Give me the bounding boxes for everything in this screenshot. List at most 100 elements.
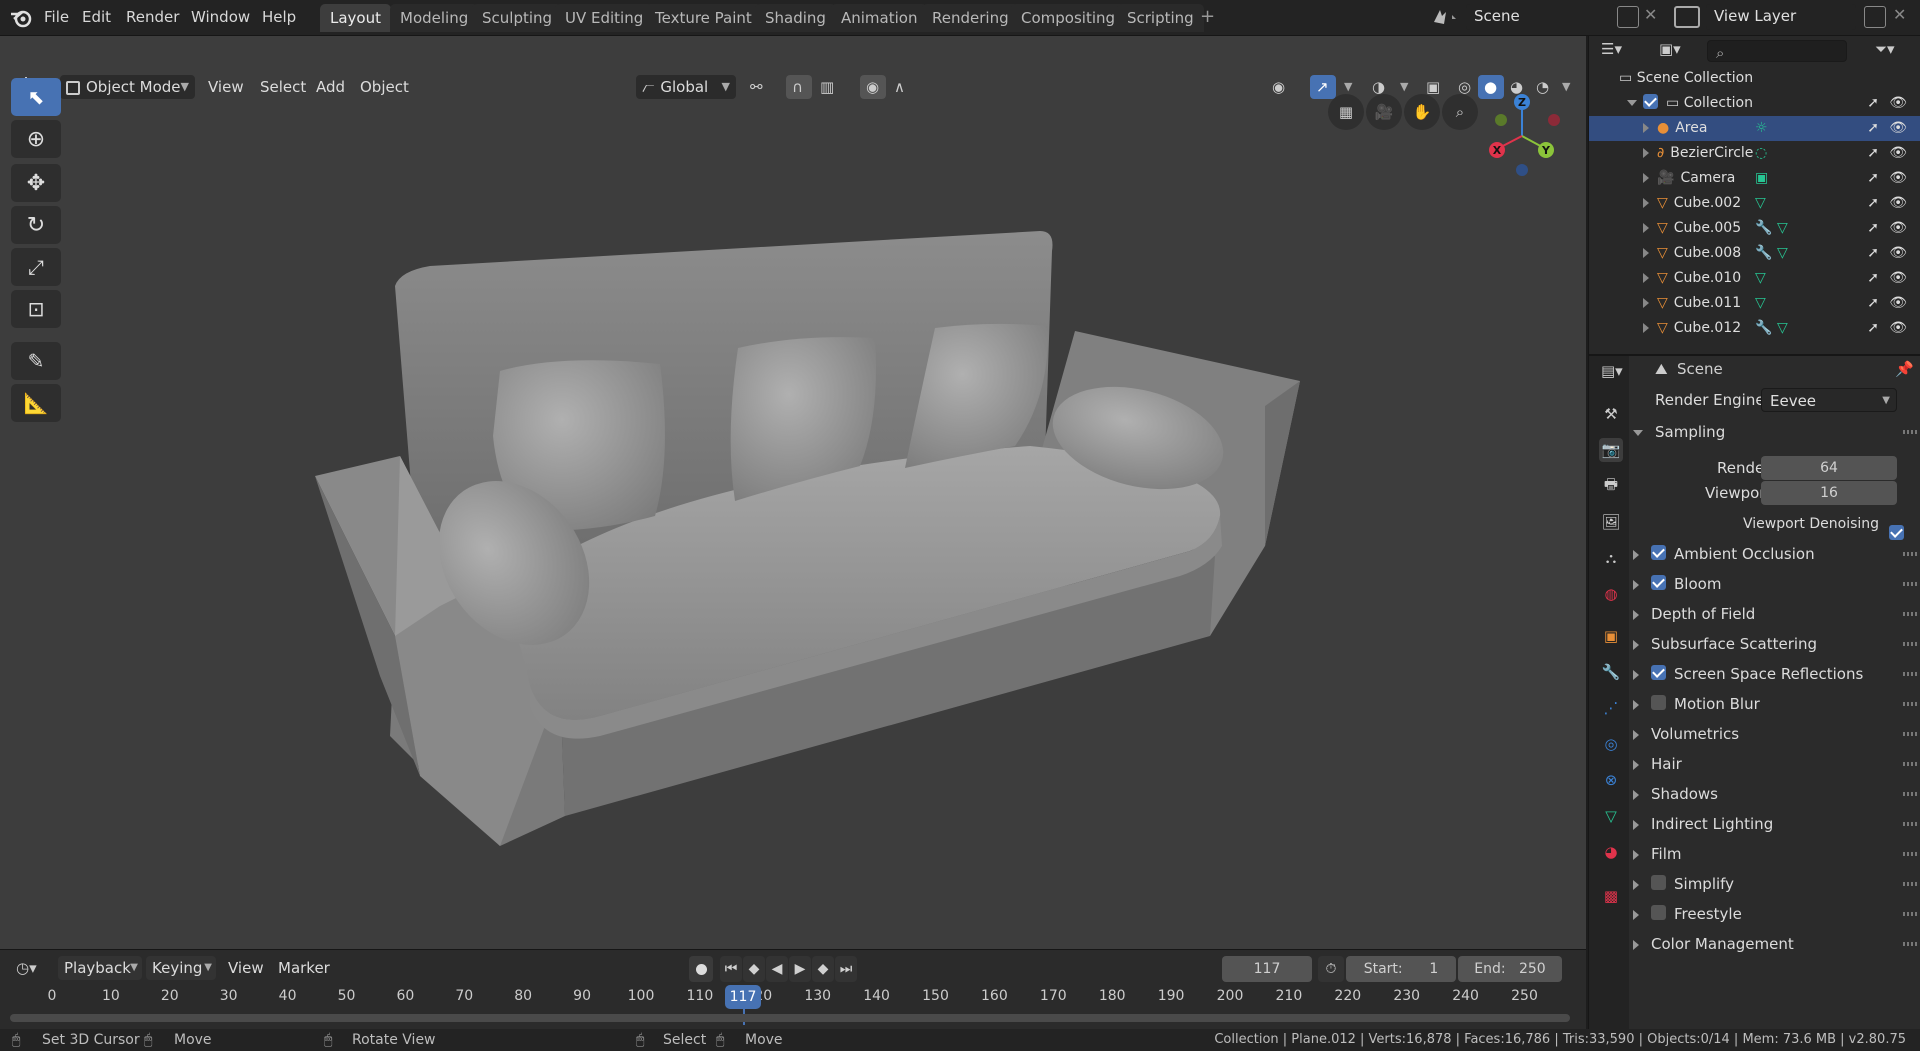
collection-checkbox[interactable] <box>1643 93 1658 109</box>
blender-logo-icon[interactable] <box>10 8 32 32</box>
view-layer-icon[interactable] <box>1674 6 1700 28</box>
panel-header[interactable]: Screen Space Reflections <box>1633 660 1920 688</box>
drag-handle-icon[interactable] <box>1903 552 1917 556</box>
frame-ruler[interactable]: 0102030405060708090100110120130140150160… <box>0 988 1586 1008</box>
drag-handle-icon[interactable] <box>1903 912 1917 916</box>
expand-icon[interactable] <box>1643 173 1649 183</box>
menu-keying[interactable]: Keying ▼ <box>146 956 216 980</box>
render-tab[interactable]: 📷 <box>1599 438 1623 462</box>
expand-icon[interactable] <box>1643 123 1649 133</box>
scene-icon[interactable] <box>1430 6 1460 32</box>
view-layer-field[interactable]: View Layer <box>1706 4 1856 30</box>
play-reverse-button[interactable]: ◀ <box>766 956 788 982</box>
viewport-samples-field[interactable]: 16 <box>1761 481 1897 505</box>
panel-checkbox[interactable] <box>1651 905 1666 920</box>
expand-icon[interactable] <box>1643 223 1649 233</box>
next-keyframe-button[interactable]: ◆ <box>812 956 834 982</box>
expand-icon[interactable] <box>1627 100 1637 106</box>
selectable-icon[interactable]: ➚ <box>1867 291 1879 316</box>
menu-marker[interactable]: Marker <box>272 956 336 980</box>
expand-icon[interactable] <box>1643 298 1649 308</box>
new-scene-icon[interactable] <box>1617 6 1639 28</box>
playhead[interactable]: 117 <box>725 985 761 1009</box>
menu-playback[interactable]: Playback ▼ <box>58 956 142 980</box>
eye-icon[interactable]: 👁 <box>1889 166 1907 191</box>
modifier-tab[interactable]: 🔧 <box>1599 660 1623 684</box>
tab-uv-editing[interactable]: UV Editing <box>555 4 654 32</box>
panel-checkbox[interactable] <box>1651 665 1666 680</box>
selectable-icon[interactable]: ➚ <box>1867 266 1879 291</box>
menu-view-timeline[interactable]: View <box>222 956 270 980</box>
tool-tab[interactable]: ⚒ <box>1599 402 1623 426</box>
display-mode-icon[interactable]: ▣▾ <box>1659 40 1681 58</box>
outliner-item[interactable]: ▽ Cube.005 🔧 ▽ ➚ 👁 <box>1589 216 1920 241</box>
panel-header[interactable]: Color Management <box>1633 930 1920 958</box>
panel-header[interactable]: Depth of Field <box>1633 600 1920 628</box>
selectable-icon[interactable]: ➚ <box>1867 241 1879 266</box>
menu-help[interactable]: Help <box>262 6 296 28</box>
outliner-item[interactable]: ● Area ☼ ➚ 👁 <box>1589 116 1920 141</box>
selectable-icon[interactable]: ➚ <box>1867 116 1879 141</box>
sofa-model[interactable] <box>0 36 1586 949</box>
object-tab[interactable]: ▣ <box>1599 624 1623 648</box>
play-button[interactable]: ▶ <box>789 956 811 982</box>
new-view-layer-icon[interactable] <box>1864 6 1886 28</box>
3d-viewport[interactable]: Object Mode ▼ View Select Add Object ⦧ Glo… <box>0 36 1586 949</box>
selectable-icon[interactable]: ➚ <box>1867 166 1879 191</box>
eye-icon[interactable]: 👁 <box>1889 316 1907 341</box>
drag-handle-icon[interactable] <box>1903 942 1917 946</box>
physics-tab[interactable]: ◎ <box>1599 732 1623 756</box>
tab-animation[interactable]: Animation <box>831 4 928 32</box>
expand-icon[interactable] <box>1643 273 1649 283</box>
selectable-icon[interactable]: ➚ <box>1867 141 1879 166</box>
panel-header[interactable]: Film <box>1633 840 1920 868</box>
expand-icon[interactable] <box>1643 248 1649 258</box>
eye-icon[interactable]: 👁 <box>1889 116 1907 141</box>
render-engine-dropdown[interactable]: Eevee ▼ <box>1761 388 1897 412</box>
drag-handle-icon[interactable] <box>1903 430 1917 434</box>
output-tab[interactable]: 🖶 <box>1599 474 1623 498</box>
drag-handle-icon[interactable] <box>1903 852 1917 856</box>
end-frame-field[interactable]: End: 250 <box>1458 956 1562 982</box>
scene-tab[interactable]: ⛬ <box>1599 546 1623 570</box>
start-frame-field[interactable]: Start: 1 <box>1346 956 1456 982</box>
drag-handle-icon[interactable] <box>1903 792 1917 796</box>
outliner-item[interactable]: 🎥 Camera ▣ ➚ 👁 <box>1589 166 1920 191</box>
menu-window[interactable]: Window <box>191 6 250 28</box>
selectable-icon[interactable]: ➚ <box>1867 216 1879 241</box>
panel-checkbox[interactable] <box>1651 545 1666 560</box>
particles-tab[interactable]: ⋰ <box>1599 696 1623 720</box>
texture-tab[interactable]: ▩ <box>1599 884 1623 908</box>
material-tab[interactable]: ◕ <box>1599 840 1623 864</box>
panel-header[interactable]: Ambient Occlusion <box>1633 540 1920 568</box>
tab-sculpting[interactable]: Sculpting <box>472 4 563 32</box>
timeline[interactable]: ◷▾ Playback ▼ Keying ▼ View Marker ⏮ ◆ ◀ ▶… <box>0 949 1586 1029</box>
selectable-icon[interactable]: ➚ <box>1867 316 1879 341</box>
outliner-collection[interactable]: ▭ Collection ➚ 👁 <box>1589 91 1920 116</box>
eye-icon[interactable]: 👁 <box>1889 291 1907 316</box>
panel-header[interactable]: Volumetrics <box>1633 720 1920 748</box>
drag-handle-icon[interactable] <box>1903 582 1917 586</box>
panel-header[interactable]: Shadows <box>1633 780 1920 808</box>
eye-icon[interactable]: 👁 <box>1889 241 1907 266</box>
eye-icon[interactable]: 👁 <box>1889 191 1907 216</box>
tab-texture-paint[interactable]: Texture Paint <box>645 4 762 32</box>
panel-header[interactable]: Simplify <box>1633 870 1920 898</box>
outliner-item[interactable]: ▽ Cube.011 ▽ ➚ 👁 <box>1589 291 1920 316</box>
drag-handle-icon[interactable] <box>1903 702 1917 706</box>
panel-header[interactable]: Subsurface Scattering <box>1633 630 1920 658</box>
world-tab[interactable]: ◍ <box>1599 582 1623 606</box>
outliner-item[interactable]: ▽ Cube.008 🔧 ▽ ➚ 👁 <box>1589 241 1920 266</box>
expand-icon[interactable] <box>1643 148 1649 158</box>
eye-icon[interactable]: 👁 <box>1889 216 1907 241</box>
expand-icon[interactable] <box>1643 198 1649 208</box>
outliner-editor-icon[interactable]: ☰▾ <box>1601 40 1622 58</box>
selectable-icon[interactable]: ➚ <box>1867 91 1879 116</box>
tab-scripting[interactable]: Scripting <box>1117 4 1204 32</box>
outliner-item[interactable]: ▽ Cube.002 ▽ ➚ 👁 <box>1589 191 1920 216</box>
tab-modeling[interactable]: Modeling <box>390 4 479 32</box>
render-samples-field[interactable]: 64 <box>1761 456 1897 480</box>
tab-rendering[interactable]: Rendering <box>922 4 1019 32</box>
add-workspace-button[interactable]: + <box>1200 6 1215 28</box>
drag-handle-icon[interactable] <box>1903 642 1917 646</box>
